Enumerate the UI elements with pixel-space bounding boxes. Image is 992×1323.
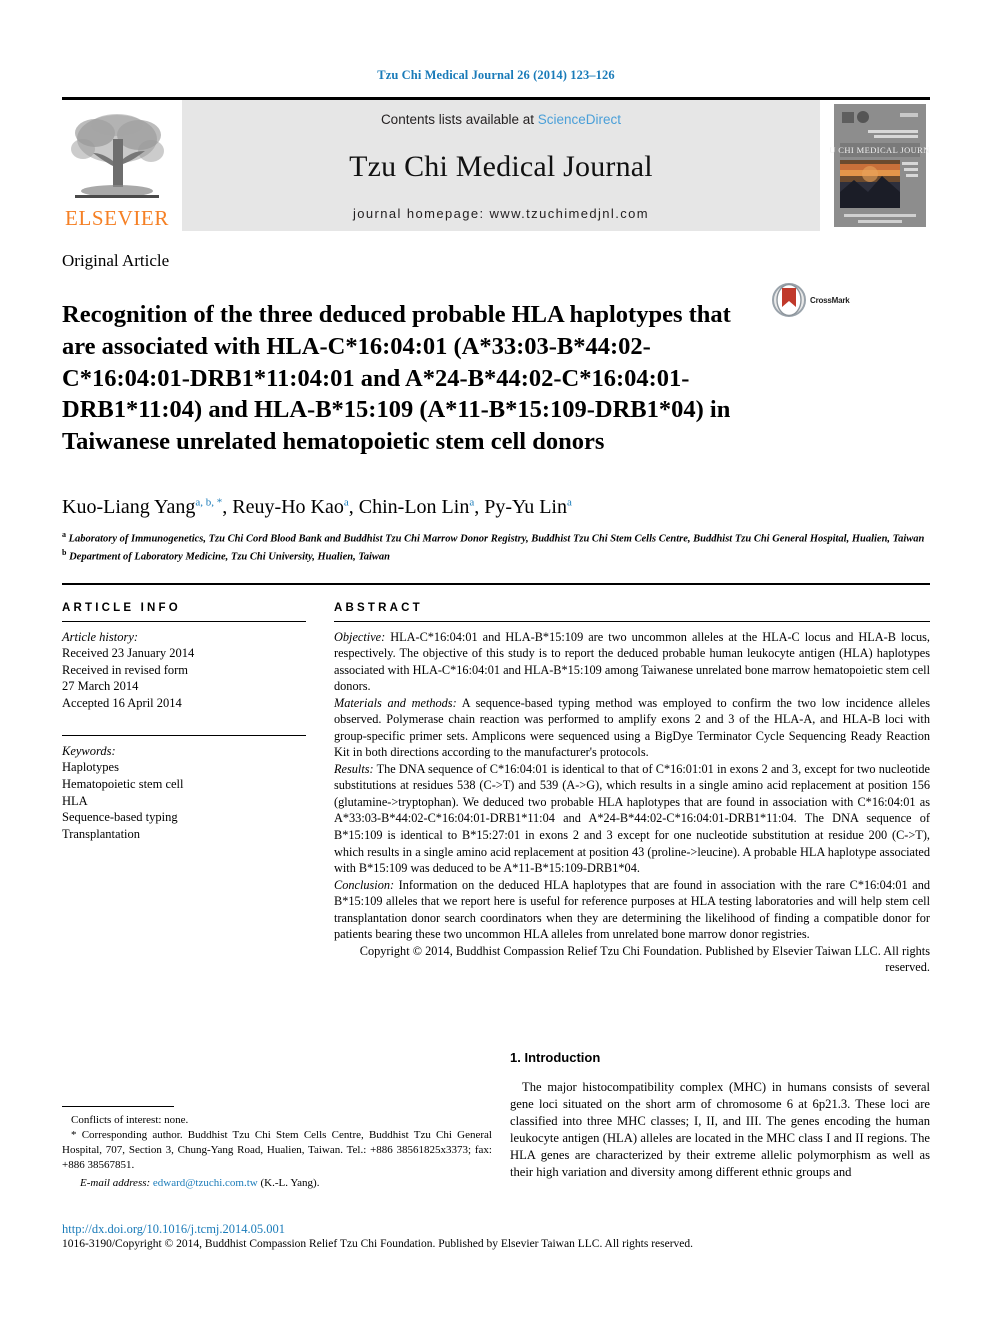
- crossmark-badge[interactable]: CrossMark: [772, 283, 862, 317]
- history-line: Received 23 January 2014: [62, 646, 195, 661]
- body-column-right: 1. Introduction The major histocompatibi…: [510, 1050, 930, 1194]
- article-type-label: Original Article: [62, 251, 170, 270]
- title-row: Recognition of the three deduced probabl…: [62, 283, 930, 474]
- abstract-body: Objective: HLA-C*16:04:01 and HLA-B*15:1…: [334, 629, 930, 976]
- footnote-corresponding-text: * Corresponding author. Buddhist Tzu Chi…: [62, 1128, 492, 1171]
- email-address-label: E-mail address:: [80, 1177, 151, 1190]
- article-history-label: Article history:: [62, 629, 139, 644]
- abstract-section-text: The DNA sequence of C*16:04:01 is identi…: [334, 761, 930, 876]
- abstract-section: Conclusion: Information on the deduced H…: [334, 877, 930, 943]
- abstract-section-label: Results:: [334, 761, 374, 776]
- journal-title: Tzu Chi Medical Journal: [349, 149, 653, 183]
- crossmark-icon: [772, 283, 806, 317]
- author-marks[interactable]: a: [567, 496, 572, 508]
- history-line: Received in revised form: [62, 662, 188, 677]
- author-name: Chin-Lon Lin: [358, 495, 470, 518]
- info-abstract-region: ARTICLE INFO Article history: Received 2…: [62, 602, 930, 976]
- divider-abstract: [334, 620, 930, 622]
- running-head: Tzu Chi Medical Journal 26 (2014) 123–12…: [377, 68, 615, 82]
- footnote-email: E-mail address: edward@tzuchi.com.tw (K.…: [62, 1176, 492, 1191]
- history-line: 27 March 2014: [62, 679, 139, 694]
- author-list: Kuo-Liang Yanga, b, *, Reuy-Ho Kaoa, Chi…: [62, 495, 572, 518]
- footnote-conflicts: Conflicts of interest: none.: [62, 1113, 492, 1128]
- divider-article-info: [62, 620, 306, 622]
- abstract-section: Objective: HLA-C*16:04:01 and HLA-B*15:1…: [334, 629, 930, 695]
- article-page: Tzu Chi Medical Journal 26 (2014) 123–12…: [0, 0, 992, 1323]
- abstract-section-text: HLA-C*16:04:01 and HLA-B*15:109 are two …: [334, 629, 930, 694]
- journal-masthead: ELSEVIER Contents lists available at Sci…: [62, 97, 942, 231]
- affiliation-mark: a: [62, 529, 66, 539]
- email-address-link[interactable]: edward@tzuchi.com.tw: [153, 1177, 258, 1189]
- author-marks[interactable]: a: [469, 496, 474, 508]
- abstract-section-label: Conclusion:: [334, 877, 395, 892]
- sciencedirect-link[interactable]: ScienceDirect: [538, 112, 621, 127]
- footnote-divider: [62, 1106, 174, 1107]
- divider-keywords: [62, 734, 306, 736]
- article-info-column: ARTICLE INFO Article history: Received 2…: [62, 602, 334, 976]
- introduction-paragraph: The major histocompatibility complex (MH…: [510, 1079, 930, 1180]
- footer-block: http://dx.doi.org/10.1016/j.tcmj.2014.05…: [62, 1222, 932, 1250]
- abstract-heading: ABSTRACT: [334, 601, 423, 614]
- elsevier-tree-icon: [71, 114, 164, 198]
- keyword-item: Hematopoietic stem cell: [62, 776, 184, 791]
- affiliation-text: Department of Laboratory Medicine, Tzu C…: [69, 551, 391, 563]
- journal-cover-thumbnail[interactable]: TZU CHI MEDICAL JOURNAL: [818, 100, 942, 231]
- footnote-block: Conflicts of interest: none. * Correspon…: [62, 1106, 492, 1191]
- abstract-section: Materials and methods: A sequence-based …: [334, 695, 930, 761]
- journal-homepage[interactable]: journal homepage: www.tzuchimedjnl.com: [353, 206, 649, 221]
- history-line: Accepted 16 April 2014: [62, 696, 182, 711]
- affiliation-mark: b: [62, 548, 67, 558]
- elsevier-wordmark: ELSEVIER: [65, 206, 169, 230]
- contents-prefix: Contents lists available at: [380, 112, 538, 127]
- abstract-section: Results: The DNA sequence of C*16:04:01 …: [334, 761, 930, 877]
- affiliation-list: a Laboratory of Immunogenetics, Tzu Chi …: [62, 529, 930, 566]
- article-history: Article history: Received 23 January 201…: [62, 629, 306, 712]
- cover-image: TZU CHI MEDICAL JOURNAL: [818, 100, 942, 231]
- elsevier-logo: ELSEVIER: [62, 100, 172, 231]
- abstract-section-label: Objective:: [334, 629, 386, 644]
- contents-available-line: Contents lists available at ScienceDirec…: [381, 112, 621, 127]
- author-name: Reuy-Ho Kao: [232, 495, 344, 518]
- footnote-conflicts-text: Conflicts of interest: none.: [71, 1114, 189, 1126]
- article-info-heading: ARTICLE INFO: [62, 601, 181, 614]
- abstract-copyright: Copyright © 2014, Buddhist Compassion Re…: [359, 943, 930, 975]
- section-heading-introduction: 1. Introduction: [510, 1049, 601, 1065]
- keywords-block: Keywords: Haplotypes Hematopoietic stem …: [62, 743, 306, 843]
- author-name: Py-Yu Lin: [484, 495, 567, 518]
- keyword-item: Transplantation: [62, 826, 141, 841]
- keyword-item: Sequence-based typing: [62, 810, 178, 825]
- journal-band: Contents lists available at ScienceDirec…: [182, 100, 820, 231]
- author-marks[interactable]: a: [344, 496, 349, 508]
- issn-copyright-line: 1016-3190/Copyright © 2014, Buddhist Com…: [62, 1238, 694, 1250]
- doi-link[interactable]: http://dx.doi.org/10.1016/j.tcmj.2014.05…: [62, 1222, 932, 1237]
- crossmark-label: CrossMark: [810, 295, 850, 305]
- svg-text:TZU CHI MEDICAL JOURNAL: TZU CHI MEDICAL JOURNAL: [830, 145, 930, 155]
- abstract-section-label: Materials and methods:: [334, 695, 457, 710]
- keyword-item: HLA: [62, 793, 88, 808]
- divider-under-authors: [62, 582, 930, 585]
- keyword-item: Haplotypes: [62, 760, 119, 775]
- affiliation-text: Laboratory of Immunogenetics, Tzu Chi Co…: [68, 533, 925, 545]
- abstract-section-text: Information on the deduced HLA haplotype…: [334, 877, 930, 942]
- footnote-corresponding: * Corresponding author. Buddhist Tzu Chi…: [62, 1128, 492, 1173]
- affiliation-item: b Department of Laboratory Medicine, Tzu…: [62, 547, 930, 565]
- abstract-column: ABSTRACT Objective: HLA-C*16:04:01 and H…: [334, 602, 930, 976]
- author-marks[interactable]: a, b, *: [195, 496, 222, 508]
- keywords-label: Keywords:: [62, 743, 116, 758]
- page-title: Recognition of the three deduced probabl…: [62, 301, 731, 455]
- affiliation-item: a Laboratory of Immunogenetics, Tzu Chi …: [62, 529, 930, 547]
- email-address-suffix: (K.-L. Yang).: [260, 1177, 320, 1190]
- author-name: Kuo-Liang Yang: [62, 495, 196, 518]
